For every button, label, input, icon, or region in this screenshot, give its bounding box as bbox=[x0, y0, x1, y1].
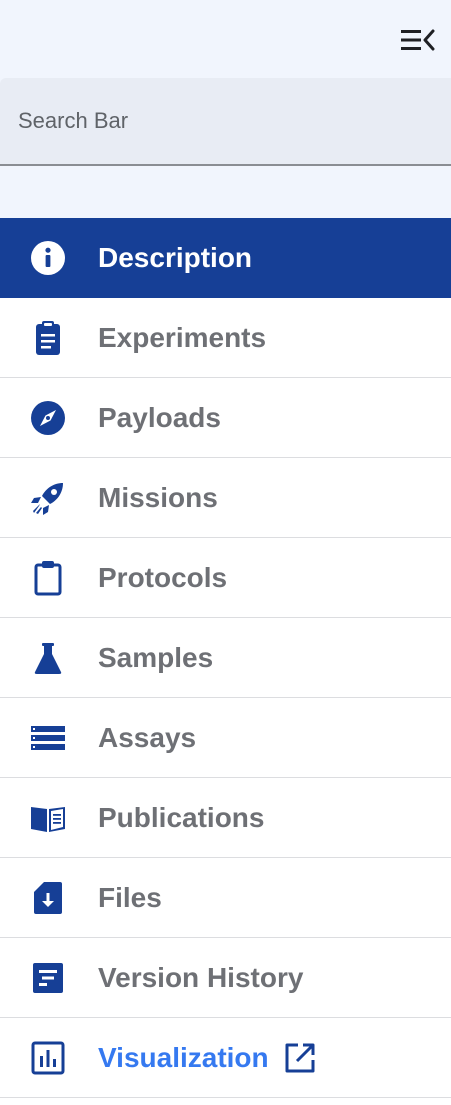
rocket-icon bbox=[28, 478, 68, 518]
search-bar bbox=[0, 78, 451, 166]
sidebar-item-assays[interactable]: Assays bbox=[0, 698, 451, 778]
compass-icon bbox=[28, 398, 68, 438]
sidebar-item-files[interactable]: Files bbox=[0, 858, 451, 938]
bar-chart-icon bbox=[28, 1038, 68, 1078]
sidebar-item-label: Version History bbox=[98, 961, 304, 993]
sidebar-item-label: Protocols bbox=[98, 561, 228, 593]
sidebar-item-payloads[interactable]: Payloads bbox=[0, 378, 451, 458]
sidebar-item-label: Payloads bbox=[98, 401, 221, 433]
sidebar-panel: Description Experiments bbox=[0, 0, 451, 1105]
clipboard-list-icon bbox=[28, 318, 68, 358]
sidebar-item-publications[interactable]: Publications bbox=[0, 778, 451, 858]
clipboard-icon bbox=[28, 558, 68, 598]
search-input[interactable] bbox=[0, 78, 451, 164]
list-icon bbox=[28, 718, 68, 758]
info-icon bbox=[28, 238, 68, 278]
sidebar-item-label: Visualization bbox=[98, 1041, 269, 1073]
sidebar-item-label: Samples bbox=[98, 641, 214, 673]
flask-icon bbox=[28, 638, 68, 678]
sidebar-item-label: Files bbox=[98, 881, 162, 913]
sidebar-item-label: Assays bbox=[98, 721, 197, 753]
sidebar-item-label: Experiments bbox=[98, 321, 267, 353]
sidebar-item-label: Description bbox=[98, 242, 253, 273]
collapse-menu-icon bbox=[401, 29, 435, 51]
sidebar-header bbox=[0, 0, 451, 218]
sidebar-item-label: Missions bbox=[98, 481, 218, 513]
collapse-sidebar-button[interactable] bbox=[401, 26, 435, 54]
sidebar-item-experiments[interactable]: Experiments bbox=[0, 298, 451, 378]
external-link-icon bbox=[283, 1041, 317, 1075]
sidebar-item-visualization[interactable]: Visualization bbox=[0, 1018, 451, 1098]
sidebar-item-label: Publications bbox=[98, 801, 265, 833]
sidebar-item-missions[interactable]: Missions bbox=[0, 458, 451, 538]
book-icon bbox=[28, 798, 68, 838]
sidebar-item-protocols[interactable]: Protocols bbox=[0, 538, 451, 618]
file-download-icon bbox=[28, 878, 68, 918]
sidebar-nav: Description Experiments Payloads Mission… bbox=[0, 218, 451, 1098]
document-lines-icon bbox=[28, 958, 68, 998]
sidebar-item-samples[interactable]: Samples bbox=[0, 618, 451, 698]
sidebar-item-version-history[interactable]: Version History bbox=[0, 938, 451, 1018]
sidebar-item-description[interactable]: Description bbox=[0, 218, 451, 298]
